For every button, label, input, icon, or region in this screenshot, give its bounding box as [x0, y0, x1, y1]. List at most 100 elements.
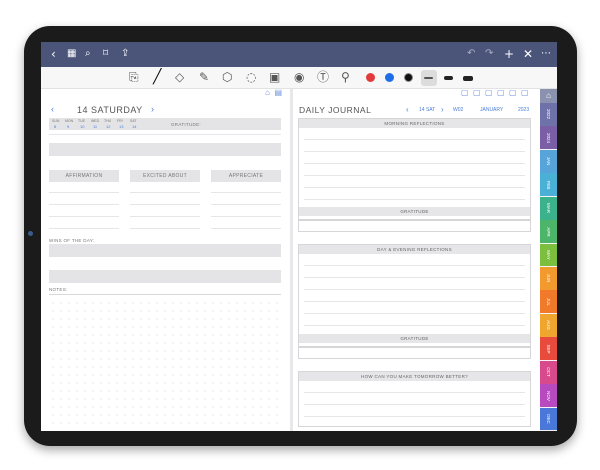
next-button[interactable]: › [441, 105, 444, 114]
share-icon[interactable]: ⇪ [121, 47, 129, 61]
evening-reflections-box[interactable]: DAY & EVENING REFLECTIONS GRATITUDE [298, 244, 531, 347]
gratitude-label: GRATITUDE: [171, 122, 201, 127]
tab-jan[interactable]: JAN [540, 149, 557, 173]
tab-feb[interactable]: FEB [540, 173, 557, 197]
undo-icon[interactable]: ↶ [467, 47, 475, 61]
image-icon[interactable]: ▣ [269, 70, 280, 85]
affirmation-header: AFFIRMATION [49, 170, 119, 182]
stroke-thin[interactable] [424, 77, 433, 79]
plus-icon[interactable]: + [504, 47, 514, 61]
wins-label: WINS OF THE DAY: [49, 238, 95, 243]
weekday-date[interactable]: 12 [106, 124, 110, 129]
gratitude-input-2[interactable] [298, 347, 531, 359]
grid-icon[interactable]: ▦ [67, 47, 76, 61]
bookmark-icon[interactable]: ⌑ [103, 47, 108, 61]
more-icon[interactable]: ⋯ [541, 47, 551, 61]
ruled-line [304, 199, 525, 200]
morning-reflections-box[interactable]: MORNING REFLECTIONS GRATITUDE [298, 118, 531, 220]
eraser-icon[interactable]: ◇ [175, 70, 184, 85]
color-swatch-black[interactable] [404, 73, 413, 82]
ruled-line [304, 289, 525, 290]
tab-mar[interactable]: MAR [540, 196, 557, 220]
left-page: ⌂ ▤ ‹ 14 SATURDAY › SUN 8 MON 9 TUE 10 WED 11 TH… [41, 88, 290, 431]
color-swatch-blue[interactable] [385, 73, 394, 82]
close-icon[interactable]: ✕ [523, 47, 533, 61]
notes-dot-grid[interactable] [49, 299, 281, 424]
tab-label: 2022 [546, 109, 551, 120]
weekday-date[interactable]: 13 [119, 124, 123, 129]
column-rule [211, 204, 281, 205]
rule-line [49, 134, 281, 135]
tab-label: JAN [546, 157, 551, 166]
weekday-date[interactable]: 14 [132, 124, 136, 129]
tab-apr[interactable]: APR [540, 220, 557, 244]
lasso-icon[interactable]: ◌ [246, 70, 256, 85]
calendar-icon[interactable]: ▤ [274, 88, 282, 97]
next-day-button[interactable]: › [151, 104, 155, 114]
shapes-icon[interactable]: ⬡ [222, 70, 232, 85]
tab-aug[interactable]: AUG [540, 313, 557, 337]
check-icon[interactable]: ▢ [509, 88, 517, 97]
screen: ‹ ▦ ⌕ ⌑ ⇪ ↶ ↷ + ✕ ⋯ ⎘ ╱ ◇ ✎ ⬡ ◌ ▣ ◉ Ⓣ ⚲ … [41, 42, 557, 431]
tab-sep[interactable]: SEP [540, 337, 557, 361]
weekday-date[interactable]: 10 [80, 124, 84, 129]
notes-icon[interactable]: ▢ [473, 88, 481, 97]
tab-label: 2024 [546, 132, 551, 143]
tab-oct[interactable]: OCT [540, 360, 557, 384]
column-rule [49, 192, 119, 193]
chevron-left-icon[interactable]: ‹ [51, 47, 56, 61]
ruled-line [304, 404, 525, 405]
weekday-label: TUE [78, 119, 85, 123]
tasks-icon[interactable]: ▢ [461, 88, 469, 97]
camera-icon[interactable]: ◉ [294, 70, 304, 85]
grid-small-icon[interactable]: ▢ [521, 88, 529, 97]
ruled-line [304, 175, 525, 176]
header-year[interactable]: 2023 [518, 107, 529, 113]
gratitude-input[interactable] [49, 143, 281, 156]
journal-title: DAILY JOURNAL [299, 105, 372, 115]
text-icon[interactable]: Ⓣ [317, 70, 329, 85]
mail-icon[interactable]: ▢ [497, 88, 505, 97]
appreciate-header: APPRECIATE [211, 170, 281, 182]
link-icon[interactable]: ⚲ [341, 70, 350, 85]
ruled-line [304, 265, 525, 266]
wins-input-2[interactable] [49, 270, 281, 283]
tab-dec[interactable]: DEC [540, 407, 557, 431]
pen-icon[interactable]: ╱ [153, 70, 161, 85]
tab-2024[interactable]: 2024 [540, 126, 557, 150]
tab-home-icon[interactable]: ⌂ [540, 89, 557, 103]
gratitude-header-2: GRATITUDE [299, 334, 530, 343]
settings-icon[interactable]: ▢ [485, 88, 493, 97]
ruled-line [304, 277, 525, 278]
camera-dot [28, 231, 33, 236]
wins-input-1[interactable] [49, 244, 281, 257]
prev-day-button[interactable]: ‹ [51, 104, 55, 114]
tab-jun[interactable]: JUN [540, 267, 557, 290]
gratitude-input-1[interactable] [298, 220, 531, 232]
tab-label: FEB [546, 180, 551, 190]
weekday-date[interactable]: 9 [67, 124, 69, 129]
tab-label: NOV [546, 390, 551, 401]
redo-icon[interactable]: ↷ [485, 47, 493, 61]
header-month[interactable]: JANUARY [480, 107, 503, 113]
tab-jul[interactable]: JUL [540, 290, 557, 314]
weekday-date[interactable]: 11 [93, 124, 97, 129]
tab-2022[interactable]: 2022 [540, 103, 557, 126]
tab-may[interactable]: MAY [540, 243, 557, 267]
tomorrow-box[interactable]: HOW CAN YOU MAKE TOMORROW BETTER? [298, 371, 531, 427]
stroke-thick[interactable] [463, 76, 473, 81]
header-week[interactable]: W02 [453, 107, 463, 113]
tab-nov[interactable]: NOV [540, 384, 557, 408]
highlighter-icon[interactable]: ✎ [199, 70, 209, 85]
color-swatch-red[interactable] [366, 73, 375, 82]
reader-icon[interactable]: ⎘ [129, 70, 139, 85]
home-icon[interactable]: ⌂ [265, 88, 270, 97]
column-rule [130, 204, 200, 205]
column-rule [211, 228, 281, 229]
weekday-date[interactable]: 8 [54, 124, 56, 129]
stroke-medium[interactable] [444, 76, 453, 80]
tab-label: JUN [546, 274, 551, 283]
search-icon[interactable]: ⌕ [85, 47, 91, 61]
header-date[interactable]: 14 SAT [419, 107, 435, 113]
prev-button[interactable]: ‹ [406, 105, 409, 114]
